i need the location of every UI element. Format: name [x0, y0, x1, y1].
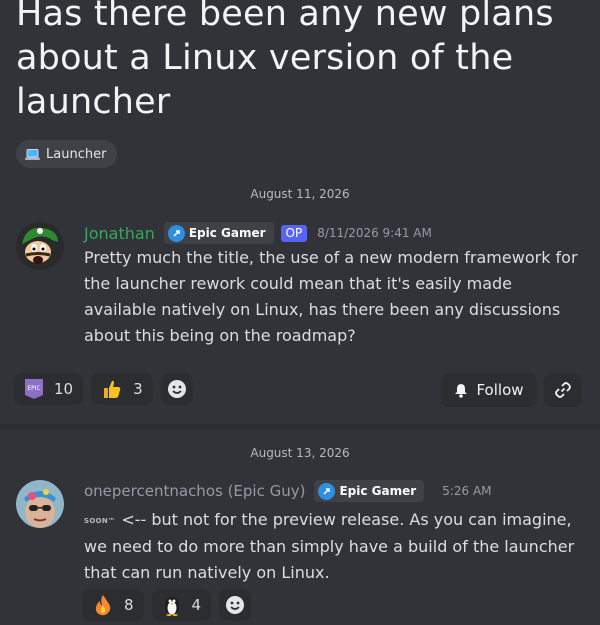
reaction-epic[interactable]: EPIC 10 [14, 373, 84, 405]
date-separator: August 11, 2026 [250, 187, 350, 201]
fire-icon [92, 594, 114, 616]
op-badge: OP [280, 224, 308, 242]
role-badge[interactable]: Epic Gamer [163, 222, 274, 244]
post-tag-label: Launcher [46, 146, 107, 162]
reaction-penguin[interactable]: 4 [151, 589, 212, 621]
smiley-icon [167, 380, 186, 398]
epic-emoji-icon: EPIC [24, 378, 44, 400]
reaction-count: 3 [133, 380, 143, 398]
svg-text:EPIC: EPIC [27, 385, 40, 392]
reaction-bar: 8 4 [82, 589, 252, 621]
reaction-thumbs-up[interactable]: 3 [91, 373, 153, 405]
link-badge-icon [167, 224, 185, 242]
smiley-icon [226, 596, 245, 614]
username[interactable]: Jonathan [84, 224, 155, 243]
thumbs-up-icon [101, 378, 123, 400]
post-title: Has there been any new plans about a Lin… [16, 0, 554, 122]
link-badge-icon [318, 482, 336, 500]
follow-label: Follow [476, 381, 524, 399]
reaction-count: 10 [54, 380, 74, 398]
message-text: SOON™ <-- but not for the preview release… [84, 507, 579, 586]
link-icon [555, 382, 571, 398]
avatar[interactable] [16, 222, 64, 270]
reaction-bar: EPIC 10 3 [14, 373, 193, 405]
timestamp: 5:26 AM [442, 484, 492, 498]
avatar[interactable] [16, 480, 64, 528]
message-text-content: <-- but not for the preview release. As … [84, 510, 575, 582]
post-tag[interactable]: Launcher [16, 140, 118, 168]
laptop-icon [25, 148, 40, 160]
reaction-fire[interactable]: 8 [82, 589, 144, 621]
reaction-count: 8 [124, 596, 134, 614]
role-badge[interactable]: Epic Gamer [314, 480, 425, 502]
soon-emoji: SOON™ [84, 516, 116, 525]
add-reaction-button[interactable] [160, 373, 193, 405]
bell-icon [455, 383, 468, 398]
role-badge-label: Epic Gamer [188, 226, 266, 240]
follow-button[interactable]: Follow [441, 373, 537, 407]
role-badge-label: Epic Gamer [339, 484, 417, 498]
message-text: Pretty much the title, the use of a new … [84, 248, 578, 345]
penguin-icon [162, 594, 182, 616]
copy-link-button[interactable] [544, 373, 582, 407]
date-separator: August 13, 2026 [250, 446, 350, 460]
username[interactable]: onepercentnachos (Epic Guy) [84, 482, 305, 500]
divider [0, 424, 600, 430]
add-reaction-button[interactable] [219, 589, 252, 621]
timestamp: 8/11/2026 9:41 AM [317, 226, 432, 240]
reaction-count: 4 [191, 596, 202, 614]
